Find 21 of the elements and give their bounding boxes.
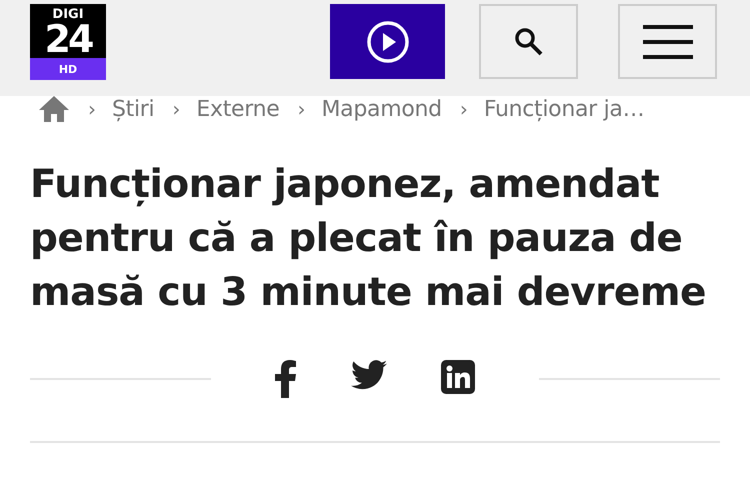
logo-badge: HD bbox=[30, 58, 106, 80]
menu-icon bbox=[642, 24, 692, 60]
article-title: Funcționar japonez, amendat pentru că a plecat în pauza de masă cu 3 minute mai devreme bbox=[30, 161, 707, 317]
play-button[interactable] bbox=[330, 4, 445, 79]
logo-number: 24 bbox=[44, 21, 92, 57]
menu-button[interactable] bbox=[618, 4, 717, 79]
breadcrumb-link[interactable]: Externe bbox=[196, 96, 280, 122]
breadcrumb-separator: › bbox=[172, 97, 180, 121]
breadcrumb-link[interactable]: Știri bbox=[112, 96, 154, 122]
logo-text: DIGI bbox=[52, 8, 84, 21]
breadcrumb-separator: › bbox=[460, 97, 468, 121]
logo[interactable]: DIGI 24 HD bbox=[30, 4, 106, 80]
breadcrumb-current[interactable]: Funcționar ja… bbox=[484, 96, 644, 122]
play-icon bbox=[366, 20, 410, 64]
breadcrumb-link[interactable]: Mapamond bbox=[322, 96, 442, 122]
breadcrumb-separator: › bbox=[298, 97, 306, 121]
home-icon[interactable] bbox=[38, 95, 70, 123]
facebook-icon[interactable] bbox=[275, 360, 297, 398]
search-icon bbox=[512, 26, 544, 58]
breadcrumb-separator: › bbox=[88, 97, 96, 121]
search-button[interactable] bbox=[479, 4, 578, 79]
